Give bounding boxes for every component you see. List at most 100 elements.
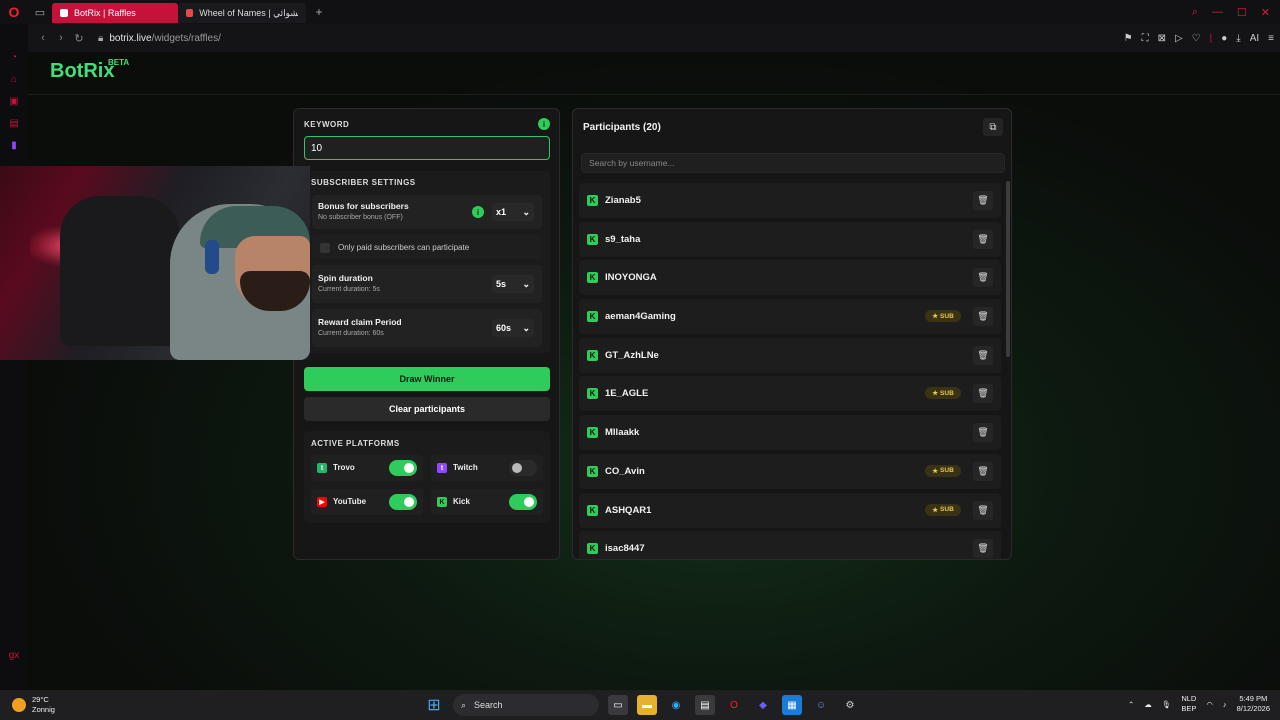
beta-badge: BETA bbox=[108, 58, 130, 67]
delete-participant-button[interactable]: 🗑︎ bbox=[973, 268, 993, 288]
delete-participant-button[interactable]: 🗑︎ bbox=[973, 191, 993, 210]
adblock-icon[interactable]: ⊠ bbox=[1158, 33, 1166, 44]
download-icon[interactable]: ⤓ bbox=[1236, 33, 1240, 44]
spin-title: Spin duration bbox=[318, 273, 373, 283]
messenger-icon[interactable]: ▣ bbox=[0, 90, 28, 112]
participant-search-input[interactable]: Search by username... bbox=[581, 153, 1005, 173]
gx-corner-icon[interactable]: gx bbox=[0, 644, 28, 666]
twitch-icon[interactable]: ▮ bbox=[0, 134, 28, 156]
app-icon[interactable]: ◆ bbox=[753, 695, 773, 715]
paid-only-checkbox[interactable] bbox=[320, 243, 330, 253]
address-bar: ‹ › ↻ 🔒︎ botrix.live/widgets/raffles/ ⚑ … bbox=[28, 24, 1280, 52]
draw-winner-button[interactable]: Draw Winner bbox=[304, 367, 550, 391]
profile-icon[interactable]: ● bbox=[1221, 33, 1227, 44]
delete-participant-button[interactable]: 🗑︎ bbox=[973, 229, 993, 249]
opera-gx-icon[interactable]: O bbox=[724, 695, 744, 715]
window-controls: ⌕ — ☐ ✕ bbox=[1192, 6, 1280, 19]
new-tab-icon[interactable]: + bbox=[312, 5, 326, 19]
clock[interactable]: 5:49 PM 8/12/2026 bbox=[1237, 694, 1270, 714]
windows-start-icon[interactable]: ⊞ bbox=[424, 695, 444, 715]
clock-time: 5:49 PM bbox=[1239, 694, 1268, 703]
delete-participant-button[interactable]: 🗑︎ bbox=[973, 500, 993, 520]
opera-menu-icon[interactable]: O bbox=[0, 0, 28, 24]
close-icon[interactable]: ✕ bbox=[1261, 6, 1270, 19]
trash-icon: 🗑︎ bbox=[977, 233, 989, 244]
snapshot-icon[interactable]: ⛶ bbox=[1142, 33, 1149, 44]
delete-participant-button[interactable]: 🗑︎ bbox=[973, 423, 993, 443]
trash-icon: 🗑︎ bbox=[977, 195, 989, 205]
trash-icon: 🗑︎ bbox=[977, 465, 989, 476]
aria-ai-button[interactable]: AI bbox=[1250, 33, 1259, 44]
kick-icon: K bbox=[587, 543, 598, 555]
spin-duration-select[interactable]: 5s ⌄ bbox=[492, 275, 534, 293]
participant-list: K Zianab5 🗑︎ Ks9_taha 🗑︎ K INOYONGA 🗑︎ Kaeman4Ga… bbox=[579, 183, 1001, 559]
taskbar-search[interactable]: ⌕ Search bbox=[453, 694, 599, 716]
platform-twitch: t Twitch bbox=[431, 455, 543, 481]
active-platforms: ACTIVE PLATFORMS t Trovo t Twitch ▶ YouT… bbox=[304, 431, 550, 523]
mic-icon[interactable]: 🎙︎ bbox=[1162, 700, 1172, 709]
settings-icon[interactable]: ⚙ bbox=[840, 695, 860, 715]
heart-icon[interactable]: ♡ bbox=[1192, 33, 1201, 44]
reload-icon[interactable]: ↻ bbox=[70, 32, 88, 45]
twitch-toggle[interactable] bbox=[509, 460, 537, 476]
paid-only-row[interactable]: Only paid subscribers can participate bbox=[312, 235, 542, 259]
bonus-info-icon[interactable]: i bbox=[472, 206, 484, 218]
workspace-icon[interactable]: ▭ bbox=[28, 0, 52, 24]
store-icon[interactable]: ▤ bbox=[695, 695, 715, 715]
search-tabs-icon[interactable]: ⌕ bbox=[1192, 6, 1198, 19]
brand-name: BotRix bbox=[50, 60, 115, 82]
sub-badge: ★ SUB bbox=[925, 464, 961, 477]
cloud-icon[interactable]: ☁ bbox=[1144, 700, 1152, 709]
tab-botrix-raffles[interactable]: BotRix | Raffles bbox=[52, 3, 178, 23]
trash-icon: 🗑︎ bbox=[977, 349, 989, 360]
volume-icon[interactable]: ♪ bbox=[1223, 700, 1227, 709]
forward-icon[interactable]: › bbox=[52, 32, 70, 44]
player-icon[interactable]: ▷ bbox=[1175, 33, 1183, 44]
language-indicator[interactable]: NLD BEP bbox=[1181, 694, 1196, 714]
delete-participant-button[interactable]: 🗑︎ bbox=[973, 307, 993, 327]
clear-participants-button[interactable]: Clear participants bbox=[304, 397, 550, 421]
youtube-toggle[interactable] bbox=[389, 494, 417, 510]
info-icon[interactable]: i bbox=[538, 118, 550, 130]
bookmark-icon[interactable]: ⚑ bbox=[1124, 33, 1133, 44]
bonus-select[interactable]: x1 ⌄ bbox=[492, 203, 534, 221]
participant-row: K CO_Avin ★ SUB 🗑︎ bbox=[579, 453, 1001, 489]
gx-control-icon[interactable]: ◔ bbox=[0, 46, 28, 68]
reward-period-select[interactable]: 60s ⌄ bbox=[492, 319, 534, 337]
keyword-input[interactable] bbox=[304, 136, 550, 160]
delete-participant-button[interactable]: 🗑︎ bbox=[973, 539, 993, 559]
menu-icon[interactable]: ≡ bbox=[1268, 33, 1274, 44]
maximize-icon[interactable]: ☐ bbox=[1237, 6, 1247, 19]
shop-icon[interactable]: ⌂ bbox=[0, 68, 28, 90]
delete-participant-button[interactable]: 🗑︎ bbox=[973, 461, 993, 481]
sub-badge: ★ SUB bbox=[925, 503, 961, 516]
participant-name: Zianab5 bbox=[605, 195, 641, 206]
back-icon[interactable]: ‹ bbox=[34, 32, 52, 44]
search-label: Search bbox=[474, 700, 503, 710]
chevron-up-icon[interactable]: ⌃ bbox=[1128, 700, 1134, 709]
tab-wheel-of-names[interactable]: Wheel of Names | العشوائي bbox=[178, 3, 306, 23]
task-view-icon[interactable]: ▭ bbox=[608, 695, 628, 715]
participant-name: s9_taha bbox=[605, 233, 641, 245]
kick-toggle[interactable] bbox=[509, 494, 537, 510]
botrix-logo[interactable]: BotRix BETA bbox=[50, 58, 129, 83]
windows-app-icon[interactable]: ▦ bbox=[782, 695, 802, 715]
reward-subtitle: Current duration: 60s bbox=[318, 330, 384, 337]
delete-participant-button[interactable]: 🗑︎ bbox=[973, 345, 993, 365]
delete-participant-button[interactable]: 🗑︎ bbox=[973, 384, 993, 404]
trovo-toggle[interactable] bbox=[389, 460, 417, 476]
stats-icon[interactable]: ▤ bbox=[0, 112, 28, 134]
scrollbar[interactable] bbox=[1006, 181, 1010, 357]
discord-icon[interactable]: ☺ bbox=[811, 695, 831, 715]
edge-icon[interactable]: ◉ bbox=[666, 695, 686, 715]
copy-icon[interactable]: ⧉ bbox=[983, 118, 1003, 136]
url-field[interactable]: 🔒︎ botrix.live/widgets/raffles/ bbox=[98, 33, 221, 44]
weather-widget[interactable]: 29°C Zonnig bbox=[0, 695, 120, 715]
minimize-icon[interactable]: — bbox=[1212, 6, 1223, 19]
system-tray: ⌃ ☁ 🎙︎ NLD BEP ◠ ♪ 5:49 PM 8/12/2026 bbox=[1128, 694, 1270, 714]
chevron-down-icon: ⌄ bbox=[522, 322, 530, 333]
wifi-icon[interactable]: ◠ bbox=[1206, 700, 1213, 709]
star-icon: ★ bbox=[932, 467, 939, 475]
file-explorer-icon[interactable]: ▬ bbox=[637, 695, 657, 715]
platform-name: Twitch bbox=[453, 463, 478, 472]
